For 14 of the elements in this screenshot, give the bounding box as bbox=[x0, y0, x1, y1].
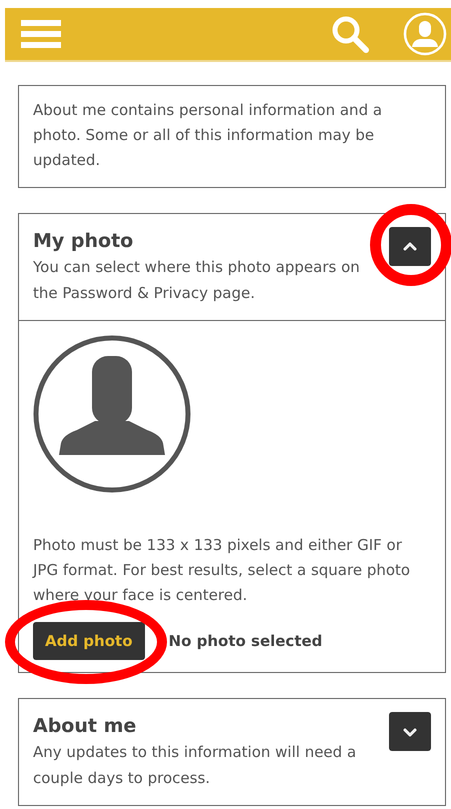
toggle-button[interactable] bbox=[389, 227, 431, 266]
add-photo-button[interactable]: Add photo bbox=[33, 622, 145, 660]
file-status-text: No photo selected bbox=[168, 630, 322, 652]
toggle-button[interactable] bbox=[389, 712, 431, 751]
user-profile-icon[interactable] bbox=[403, 12, 447, 56]
intro-text: About me contains personal information and a photo. Some or all of this information may be updated. bbox=[33, 100, 384, 171]
search-icon[interactable] bbox=[331, 15, 369, 53]
section-description: Any updates to this information will need a couple days to process. bbox=[33, 742, 358, 789]
section-description: You can select where this photo appears on the Password & Privacy page. bbox=[33, 257, 361, 304]
section-title: About me bbox=[33, 714, 138, 739]
menu-icon[interactable] bbox=[21, 18, 61, 50]
photo-requirements-text: Photo must be 133 x 133 pixels and either GIF or JPG format. For best results, select a square photo where your face is centered. bbox=[33, 535, 412, 606]
section-title: My photo bbox=[33, 229, 134, 254]
avatar-placeholder-icon bbox=[33, 335, 191, 493]
